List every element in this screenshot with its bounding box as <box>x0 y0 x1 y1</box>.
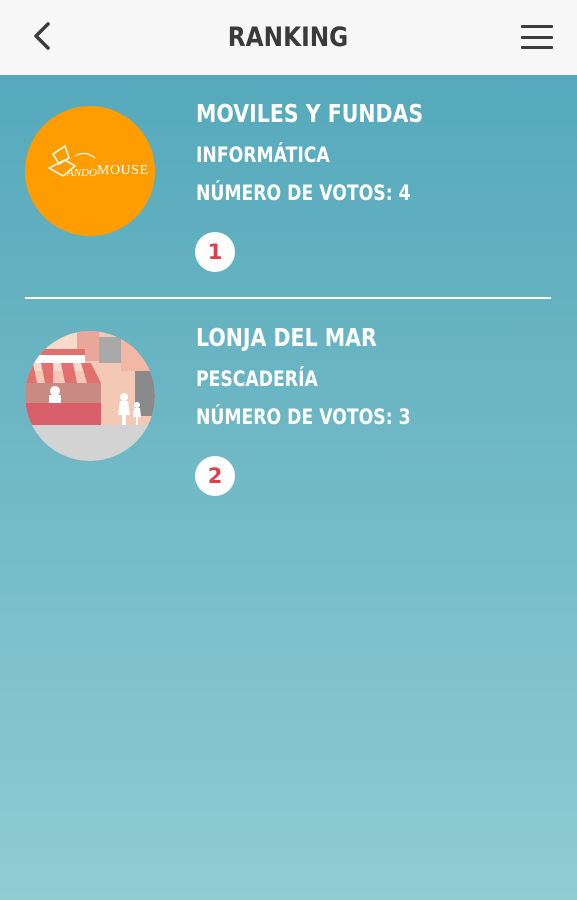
ranking-list: ANDO MOUSE MOVILES Y FUNDAS INFORMÁTICA … <box>0 75 577 523</box>
menu-button[interactable] <box>517 20 557 54</box>
rank-badge: 1 <box>195 232 235 272</box>
store-category: INFORMÁTICA <box>196 143 330 167</box>
ranking-item[interactable]: LONJA DEL MAR PESCADERÍA NÚMERO DE VOTOS… <box>0 299 577 523</box>
logo-text: MOUSE <box>97 163 149 178</box>
page-title: RANKING <box>228 22 349 53</box>
vote-count: NÚMERO DE VOTOS: 4 <box>196 181 411 205</box>
rank-badge: 2 <box>195 456 235 496</box>
store-illustration-avatar <box>25 331 155 461</box>
top-app-bar: RANKING <box>0 0 577 75</box>
back-button[interactable] <box>22 16 62 56</box>
store-logo-avatar: ANDO MOUSE <box>25 106 155 236</box>
hamburger-menu-icon <box>521 25 553 28</box>
market-stall-icon <box>25 331 155 461</box>
vote-count: NÚMERO DE VOTOS: 3 <box>196 405 411 429</box>
store-name: MOVILES Y FUNDAS <box>196 99 424 128</box>
store-category: PESCADERÍA <box>196 367 318 391</box>
svg-text:ANDO: ANDO <box>66 167 97 179</box>
chevron-left-icon <box>34 22 50 50</box>
ranking-item[interactable]: ANDO MOUSE MOVILES Y FUNDAS INFORMÁTICA … <box>0 75 577 299</box>
store-name: LONJA DEL MAR <box>196 323 377 352</box>
